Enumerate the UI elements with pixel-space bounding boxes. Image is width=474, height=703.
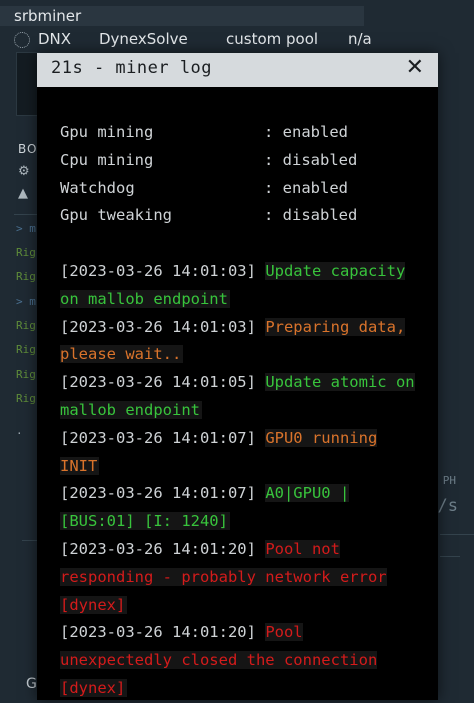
- setting-row: Watchdog : enabled: [60, 175, 420, 203]
- setting-value: : enabled: [264, 178, 348, 197]
- background-log-line: Rig: [16, 392, 36, 405]
- log-entry: [2023-03-26 14:01:20] Pool unexpectedly …: [60, 619, 420, 702]
- app-title: srbminer: [14, 7, 82, 25]
- ellipsis: .: [16, 424, 23, 437]
- setting-key: Cpu mining: [60, 150, 154, 169]
- miner-log[interactable]: Gpu mining : enabled Cpu mining : disabled W…: [60, 119, 420, 703]
- background-log-line: > m: [16, 295, 36, 308]
- log-timestamp: [2023-03-26 14:01:07]: [60, 428, 256, 447]
- linux-icon: ⚙: [18, 164, 30, 179]
- log-entry: [2023-03-26 14:01:05] Update atomic on m…: [60, 369, 420, 425]
- background-log-line: Rig: [16, 319, 36, 332]
- background-log-line: Rig: [16, 270, 36, 283]
- box-label: BO: [18, 142, 38, 156]
- log-entry: [2023-03-26 14:01:07] GPU0 running INIT: [60, 425, 420, 481]
- log-timestamp: [2023-03-26 14:01:20]: [60, 623, 256, 642]
- setting-value: : disabled: [264, 206, 358, 225]
- tux-icon: ▲: [18, 186, 28, 201]
- setting-value: : enabled: [264, 123, 348, 141]
- log-entry: [2023-03-26 14:01:03] Preparing data, pl…: [60, 314, 420, 370]
- dialog-header: 21s - miner log ✕: [37, 53, 438, 87]
- setting-row: Cpu mining : disabled: [60, 147, 420, 175]
- setting-row: Gpu tweaking : disabled: [60, 202, 420, 230]
- setting-key: Gpu tweaking: [60, 206, 172, 225]
- divider: [14, 214, 38, 215]
- divider: [440, 534, 474, 535]
- log-timestamp: [2023-03-26 14:01:03]: [60, 317, 256, 336]
- setting-key: Watchdog: [60, 178, 135, 197]
- log-entry: [2023-03-26 14:01:03] Update capacity on…: [60, 258, 420, 314]
- setting-row: Gpu mining : enabled: [60, 119, 420, 147]
- log-timestamp: [2023-03-26 14:01:05]: [60, 373, 256, 392]
- background-log-line: Rig: [16, 246, 36, 259]
- divider: [440, 556, 460, 557]
- pool-name: custom pool: [226, 30, 319, 48]
- log-entry: [2023-03-26 14:01:20] Pool not respondin…: [60, 536, 420, 619]
- app-title-bar: srbminer: [0, 6, 364, 26]
- log-timestamp: [2023-03-26 14:01:07]: [60, 484, 256, 503]
- footer-fragment: G: [26, 676, 37, 692]
- hashrate-unit-fragment: PH: [442, 474, 456, 487]
- background-log-line: Rig: [16, 343, 36, 356]
- row-value: n/a: [348, 30, 372, 48]
- setting-key: Gpu mining: [60, 123, 154, 141]
- coin-name: DNX: [38, 30, 72, 48]
- background-log-line: > m: [16, 222, 36, 235]
- algorithm-name: DynexSolve: [99, 30, 188, 48]
- log-timestamp: [2023-03-26 14:01:20]: [60, 539, 256, 558]
- dialog-title: 21s - miner log: [51, 58, 213, 78]
- close-icon[interactable]: ✕: [406, 55, 424, 80]
- miner-log-dialog: 21s - miner log ✕ Gpu mining : enabled Cpu…: [37, 53, 438, 700]
- background-log-line: Rig: [16, 368, 36, 381]
- log-entry: [2023-03-26 14:01:07] A0|GPU0 | [BUS:01]…: [60, 480, 420, 536]
- log-timestamp: [2023-03-26 14:01:03]: [60, 261, 256, 280]
- setting-value: : disabled: [264, 150, 358, 169]
- coin-row[interactable]: DNX DynexSolve custom pool n/a: [0, 28, 474, 50]
- hashrate-suffix-fragment: /s: [437, 496, 458, 516]
